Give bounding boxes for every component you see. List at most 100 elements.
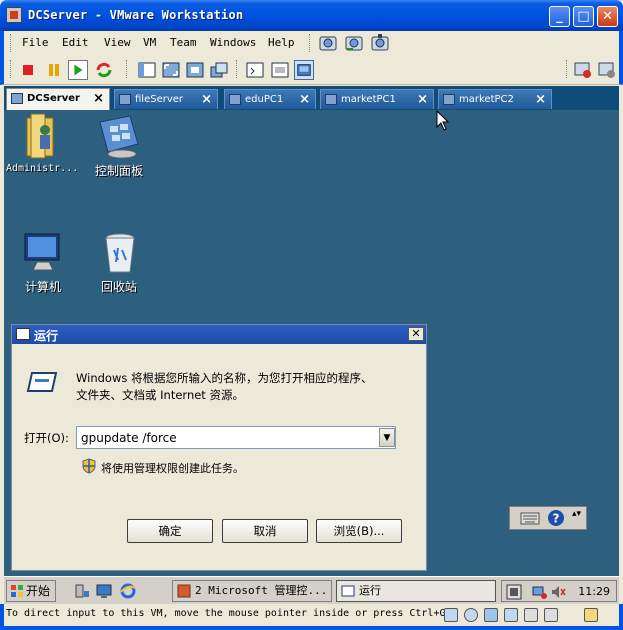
status-bar: To direct input to this VM, move the mou… [0,604,623,630]
desktop-icon-label: Administr... [6,163,79,174]
system-tray: 11:29 [501,580,617,602]
desktop-icon-computer[interactable]: 计算机 [8,228,78,298]
keyboard-icon[interactable] [520,510,540,526]
browse-button[interactable]: 浏览(B)... [316,519,402,543]
power-on-icon[interactable] [68,60,88,80]
tab-marketpc2[interactable]: marketPC2 × [438,89,552,109]
tab-close-icon[interactable]: × [93,91,104,106]
vm-icon [11,93,23,104]
vm-tab-bar: DCServer × fileServer × eduPC1 × marketP… [4,86,619,110]
run-dialog-title: 运行 [34,329,59,343]
maximize-button[interactable]: □ [573,6,594,27]
desktop-icon-label: 回收站 [100,280,137,294]
uac-shield-icon [82,458,96,474]
suspend-icon[interactable] [44,60,64,80]
revert-snapshot-icon[interactable] [344,33,364,53]
computer-icon [24,233,60,271]
chevron-down-icon[interactable]: ▼ [379,428,395,447]
language-bar[interactable]: ? ▴▾ [509,506,587,530]
desktop-icon-administrator[interactable]: Administr... [6,110,79,180]
options-icon[interactable]: ▴▾ [572,509,581,519]
minimize-button[interactable]: _ [549,6,570,27]
desktop-icon-label: 计算机 [24,280,61,294]
mmc-icon [177,584,191,598]
menu-windows[interactable]: Windows [210,36,256,49]
desktop-icon-control-panel[interactable]: 控制面板 [84,110,154,180]
server-manager-icon[interactable] [74,583,90,599]
message-log-icon[interactable] [584,608,598,622]
tab-dcserver[interactable]: DCServer × [6,88,110,110]
tab-fileserver[interactable]: fileServer × [114,89,218,109]
run-description-line2: 文件夹、文档或 Internet 资源。 [76,388,244,402]
menu-team[interactable]: Team [170,36,197,49]
title-bar[interactable]: DCServer - VMware Workstation _ □ ✕ [0,0,623,31]
recycle-bin-icon [105,233,135,273]
quick-switch-icon[interactable] [209,60,229,80]
toolbar-grip [126,60,128,78]
tab-close-icon[interactable]: × [535,92,546,107]
vm-preferences-icon[interactable] [597,60,617,80]
menu-help[interactable]: Help [268,36,295,49]
vm-icon [229,94,241,105]
vm-icon [325,94,337,105]
start-button[interactable]: 开始 [6,580,56,602]
sidebar-toggle-icon[interactable] [137,60,157,80]
power-off-icon[interactable] [18,60,38,80]
taskbar-item-mmc[interactable]: 2 Microsoft 管理控... [172,580,332,602]
help-icon[interactable]: ? [547,509,565,527]
snapshot-manager-icon[interactable] [370,33,390,53]
menu-file[interactable]: File [22,36,49,49]
cd-rom-icon[interactable] [464,608,478,622]
open-label: 打开(O): [24,431,69,445]
cancel-button[interactable]: 取消 [222,519,308,543]
run-icon [341,585,355,597]
reset-icon[interactable] [94,60,114,80]
vm-settings-icon[interactable] [573,60,593,80]
vmware-tools-tray-icon[interactable] [506,584,522,600]
display-icon[interactable] [544,608,558,622]
network-icon[interactable] [532,584,548,600]
guest-desktop[interactable]: Administr... 控制面板 计算机 回收站 运行 ✕ Windows 将… [4,110,619,576]
run-dialog-title-bar[interactable]: 运行 ✕ [12,325,426,344]
tab-close-icon[interactable]: × [201,92,212,107]
sound-card-icon[interactable] [524,608,538,622]
run-icon [16,328,30,340]
desktop-icon-recycle-bin[interactable]: 回收站 [84,228,154,298]
internet-explorer-icon[interactable] [119,582,137,600]
ok-button[interactable]: 确定 [127,519,213,543]
menu-bar: File Edit View VM Team Windows Help [0,31,623,55]
menu-edit[interactable]: Edit [62,36,89,49]
vm-icon [443,94,455,105]
run-command-input[interactable] [76,426,396,449]
tab-label: eduPC1 [245,94,284,105]
tab-close-icon[interactable]: × [299,92,310,107]
guest-taskbar: 开始 2 Microsoft 管理控... 运行 11:29 [4,576,619,604]
taskbar-item-run[interactable]: 运行 [336,580,496,602]
appliance-view-icon[interactable] [294,60,314,80]
menu-vm[interactable]: VM [143,36,156,49]
window-title: DCServer - VMware Workstation [28,8,244,22]
tab-edupc1[interactable]: eduPC1 × [224,89,316,109]
status-message: To direct input to this VM, move the mou… [6,608,444,619]
menu-view[interactable]: View [104,36,131,49]
full-screen-icon[interactable] [161,60,181,80]
control-panel-icon [99,115,139,159]
snapshot-icon[interactable] [318,33,338,53]
run-dialog-close-button[interactable]: ✕ [408,327,424,341]
tab-marketpc1[interactable]: marketPC1 × [320,89,434,109]
volume-muted-icon[interactable] [550,584,566,600]
summary-view-icon[interactable] [270,60,290,80]
hard-disk-icon[interactable] [444,608,458,622]
run-program-icon [26,372,58,392]
run-dialog[interactable]: 运行 ✕ Windows 将根据您所输入的名称，为您打开相应的程序、 文件夹、文… [11,324,427,571]
show-desktop-icon[interactable] [96,583,112,599]
console-view-icon[interactable] [245,60,265,80]
unity-icon[interactable] [185,60,205,80]
network-adapter-icon[interactable] [484,608,498,622]
mouse-pointer-icon [436,110,450,131]
tab-close-icon[interactable]: × [417,92,428,107]
usb-icon[interactable] [504,608,518,622]
close-button[interactable]: ✕ [597,6,618,27]
toolbar-grip [309,34,311,52]
desktop-icon-label: 控制面板 [94,164,143,178]
